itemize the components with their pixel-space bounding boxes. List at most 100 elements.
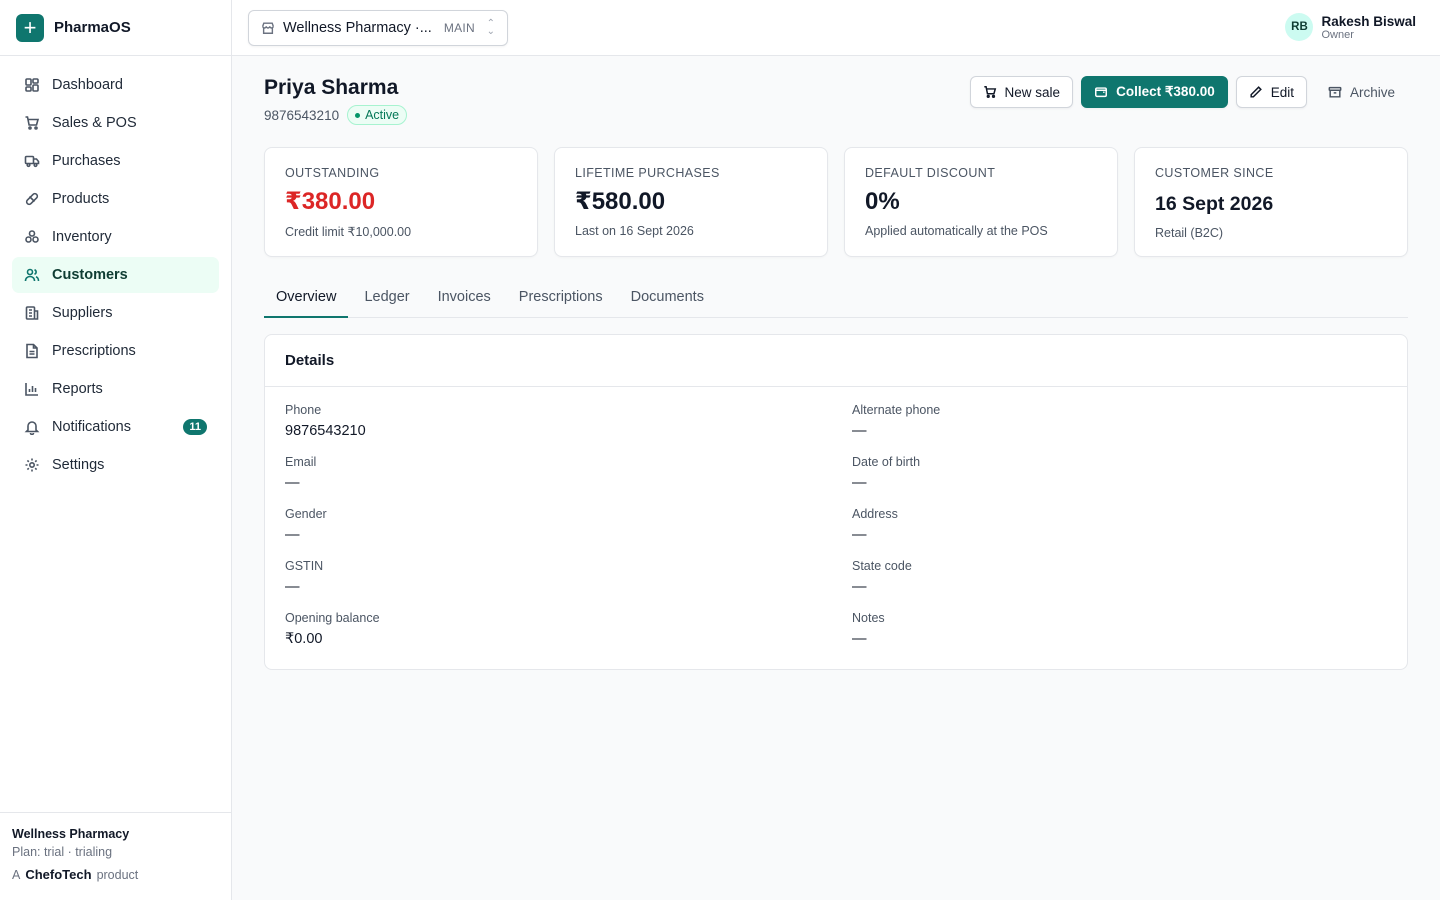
sidebar-item-purchases[interactable]: Purchases xyxy=(12,143,219,179)
stat-hint: Last on 16 Sept 2026 xyxy=(575,224,694,238)
sidebar-item-dashboard[interactable]: Dashboard xyxy=(12,67,219,103)
field-label: GSTIN xyxy=(285,559,324,573)
store-selector[interactable]: Wellness Pharmacy ·... MAIN ⌃ ⌄ xyxy=(248,10,508,46)
tab-prescriptions[interactable]: Prescriptions xyxy=(507,283,615,318)
stat-value: 0% xyxy=(865,188,900,215)
page-title: Priya Sharma xyxy=(264,76,399,99)
sidebar-item-products[interactable]: Products xyxy=(12,181,219,217)
header-actions: New sale Collect ₹380.00 Edit Archive xyxy=(969,76,1408,108)
field-value: — xyxy=(852,579,867,595)
field-label: Email xyxy=(285,455,317,469)
users-icon xyxy=(24,268,40,282)
user-menu[interactable]: RB Rakesh Biswal Owner xyxy=(1285,13,1416,41)
cart-icon xyxy=(25,116,40,130)
customer-tabs: Overview Ledger Invoices Prescriptions D… xyxy=(264,283,1408,318)
stat-card-customer-since: Customer since 16 Sept 2026 Retail (B2C) xyxy=(1134,147,1408,257)
tab-overview[interactable]: Overview xyxy=(264,283,349,318)
field-value: 9876543210 xyxy=(285,423,366,439)
brand[interactable]: + PharmaOS xyxy=(0,0,231,56)
field-email: Email — xyxy=(285,455,852,507)
sidebar-item-prescriptions[interactable]: Prescriptions xyxy=(12,333,219,369)
field-value: ₹0.00 xyxy=(285,631,323,647)
archive-button[interactable]: Archive xyxy=(1315,76,1408,108)
field-label: Notes xyxy=(852,611,885,625)
sidebar-item-label: Sales & POS xyxy=(52,115,137,131)
collect-payment-button[interactable]: Collect ₹380.00 xyxy=(1081,76,1228,108)
field-gstin: GSTIN — xyxy=(285,559,852,611)
field-gender: Gender — xyxy=(285,507,852,559)
details-card: Details Phone 9876543210 Alternate phone… xyxy=(264,334,1408,670)
pencil-icon xyxy=(1250,86,1262,98)
avatar: RB xyxy=(1285,13,1314,41)
sidebar-item-notifications[interactable]: Notifications 11 xyxy=(12,409,219,445)
sidebar-item-settings[interactable]: Settings xyxy=(12,447,219,483)
stat-label: Default discount xyxy=(865,166,996,180)
field-value: — xyxy=(852,527,867,543)
field-label: Alternate phone xyxy=(852,403,941,417)
store-icon xyxy=(262,22,274,34)
sidebar-item-sales-pos[interactable]: Sales & POS xyxy=(12,105,219,141)
sidebar-item-inventory[interactable]: Inventory xyxy=(12,219,219,255)
wallet-icon xyxy=(1095,87,1108,98)
sidebar-item-label: Prescriptions xyxy=(52,343,136,359)
status-label: Active xyxy=(365,108,400,122)
sidebar-item-label: Products xyxy=(52,191,110,207)
tab-ledger[interactable]: Ledger xyxy=(352,283,421,318)
sidebar-item-suppliers[interactable]: Suppliers xyxy=(12,295,219,331)
sidebar-item-label: Suppliers xyxy=(52,305,113,321)
store-name: Wellness Pharmacy ·... xyxy=(283,20,432,36)
stat-card-lifetime-purchases: Lifetime purchases ₹580.00 Last on 16 Se… xyxy=(554,147,828,257)
edit-button[interactable]: Edit xyxy=(1235,76,1307,108)
sidebar-item-customers[interactable]: Customers xyxy=(12,257,219,293)
collect-label: Collect ₹380.00 xyxy=(1116,84,1215,99)
details-grid: Phone 9876543210 Alternate phone — Email… xyxy=(265,387,1407,669)
stat-hint: Credit limit ₹10,000.00 xyxy=(285,225,412,239)
sidebar-item-label: Notifications xyxy=(52,419,131,435)
status-badge: Active xyxy=(347,105,408,125)
sidebar: + PharmaOS Dashboard Sales & POS Purchas… xyxy=(0,0,232,900)
field-notes: Notes — xyxy=(852,611,1387,663)
stats-row: Outstanding ₹380.00 Credit limit ₹10,000… xyxy=(264,147,1408,257)
footer-store-name: Wellness Pharmacy xyxy=(12,827,130,841)
field-date-of-birth: Date of birth — xyxy=(852,455,1387,507)
brand-name: PharmaOS xyxy=(54,19,131,36)
field-opening-balance: Opening balance ₹0.00 xyxy=(285,611,852,663)
gear-icon xyxy=(25,458,39,472)
footer-plan: Plan: trial · trialing xyxy=(12,845,113,859)
sidebar-item-reports[interactable]: Reports xyxy=(12,371,219,407)
main-content: Priya Sharma 9876543210 Active New sale … xyxy=(264,56,1408,670)
stat-value: ₹580.00 xyxy=(575,188,666,215)
tab-documents[interactable]: Documents xyxy=(619,283,716,318)
customer-header: Priya Sharma 9876543210 Active New sale … xyxy=(264,56,1408,147)
field-label: Gender xyxy=(285,507,327,521)
cart-icon xyxy=(983,86,996,98)
new-sale-label: New sale xyxy=(1004,84,1061,100)
field-value: — xyxy=(285,579,300,595)
archive-label: Archive xyxy=(1349,84,1395,100)
sidebar-nav: Dashboard Sales & POS Purchases Products… xyxy=(0,56,231,496)
customer-phone: 9876543210 xyxy=(264,107,340,123)
customer-subtitle: 9876543210 Active xyxy=(264,105,408,125)
sidebar-item-label: Customers xyxy=(52,267,128,283)
sidebar-footer: Wellness Pharmacy Plan: trial · trialing… xyxy=(0,812,231,900)
details-title: Details xyxy=(265,335,1407,387)
user-role: Owner xyxy=(1321,28,1354,41)
new-sale-button[interactable]: New sale xyxy=(969,76,1074,108)
stat-value: ₹380.00 xyxy=(285,188,376,215)
tab-invoices[interactable]: Invoices xyxy=(426,283,503,318)
field-value: — xyxy=(285,527,300,543)
topbar: Wellness Pharmacy ·... MAIN ⌃ ⌄ RB Rakesh… xyxy=(232,0,1440,56)
truck-icon xyxy=(24,155,40,168)
stat-card-outstanding: Outstanding ₹380.00 Credit limit ₹10,000… xyxy=(264,147,538,257)
chart-icon xyxy=(25,383,38,396)
notification-count-badge: 11 xyxy=(183,419,207,435)
field-label: Address xyxy=(852,507,898,521)
field-address: Address — xyxy=(852,507,1387,559)
field-phone: Phone 9876543210 xyxy=(285,403,852,455)
field-value: — xyxy=(852,423,867,439)
boxes-icon xyxy=(25,230,39,243)
building-icon xyxy=(25,306,39,320)
product-suffix: product xyxy=(96,868,139,882)
sidebar-item-label: Purchases xyxy=(52,153,121,169)
archive-icon xyxy=(1328,86,1342,98)
